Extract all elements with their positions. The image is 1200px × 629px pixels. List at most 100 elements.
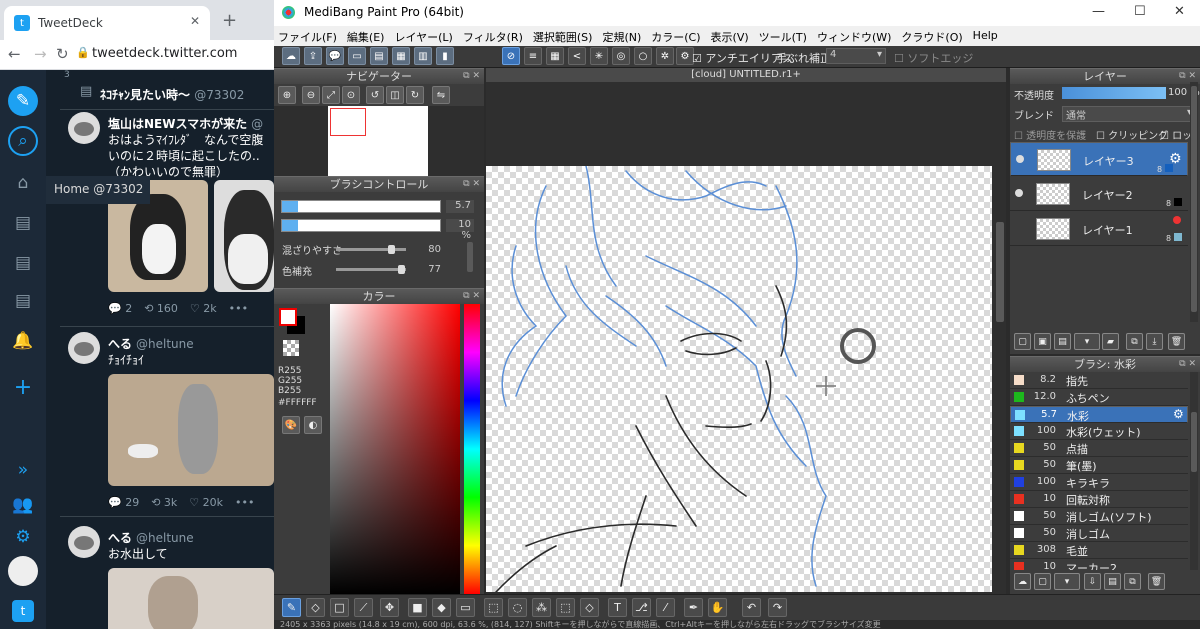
menu-tool[interactable]: ツール(T) [755, 26, 813, 46]
text-tool-icon[interactable]: T [608, 598, 627, 617]
reload-icon[interactable]: ↻ [56, 45, 69, 63]
brush-item[interactable]: 100 水彩(ウェット) [1010, 423, 1188, 440]
blend-slider[interactable] [336, 245, 406, 254]
menu-view[interactable]: 表示(V) [707, 26, 755, 46]
saturation-value-picker[interactable] [330, 304, 460, 594]
actual-size-icon[interactable]: ⊙ [342, 86, 360, 104]
flip-icon[interactable]: ⇋ [432, 86, 450, 104]
menu-cloud[interactable]: クラウド(O) [897, 26, 968, 46]
brush-scrollbar[interactable] [1190, 372, 1198, 570]
column-icon-1[interactable]: ▤ [8, 208, 38, 238]
browser-tab-tweetdeck[interactable]: t TweetDeck ✕ [4, 6, 210, 40]
minimize-button[interactable]: — [1092, 4, 1105, 19]
like-button[interactable]: ♡ 20k [189, 496, 223, 509]
new-halftone-layer-icon[interactable]: ▣ [1034, 333, 1051, 350]
layer-row-3[interactable]: レイヤー3 ⚙ 8 [1010, 142, 1188, 176]
column-icon-2[interactable]: ▤ [8, 248, 38, 278]
gradation-tool-icon[interactable]: ▭ [456, 598, 475, 617]
tweet-avatar[interactable] [68, 332, 100, 364]
brush-item[interactable]: 308 毛並 [1010, 542, 1188, 559]
menu-help[interactable]: Help [969, 26, 1004, 46]
brush-item[interactable]: 10 回転対称 [1010, 491, 1188, 508]
panel-close-icon[interactable]: ⧉ ✕ [1179, 357, 1196, 372]
divide-tool-icon[interactable]: ⎇ [632, 598, 651, 617]
circle-ruler-icon[interactable]: ○ [634, 47, 652, 65]
brush-opacity-slider[interactable] [281, 219, 441, 232]
close-window-button[interactable]: ✕ [1174, 4, 1185, 19]
soft-edge-checkbox[interactable]: ☐ ソフトエッジ [894, 50, 973, 66]
more-button[interactable]: ••• [229, 302, 248, 315]
fit-window-icon[interactable]: ⤢ [322, 86, 340, 104]
tweet-1[interactable]: 塩山はNEWスマホが来た @ おはようﾏｲﾌﾚﾀﾞ なんで空腹いのに２時頃に起こし… [60, 112, 274, 322]
redo-icon[interactable]: ↷ [768, 598, 787, 617]
compose-tweet-icon[interactable]: ✎ [8, 86, 38, 116]
brush-item[interactable]: 100 キラキラ [1010, 474, 1188, 491]
hue-slider[interactable] [464, 304, 480, 594]
copy-brush-icon[interactable]: ⧉ [1124, 573, 1141, 590]
add-layer-menu-icon[interactable]: ▾ [1074, 333, 1100, 350]
drawing-canvas[interactable] [486, 165, 992, 593]
page-icon[interactable]: ▤ [370, 47, 388, 65]
menu-window[interactable]: ウィンドウ(W) [813, 26, 897, 46]
ruler-off-icon[interactable]: ⊘ [502, 47, 520, 65]
tweet-author[interactable]: へる @heltune [108, 335, 194, 352]
new-1bit-layer-icon[interactable]: ▤ [1054, 333, 1071, 350]
cloud-save-icon[interactable]: ☁ [282, 47, 300, 65]
transparent-color-swatch[interactable] [283, 340, 299, 356]
panel-icon[interactable]: ▭ [348, 47, 366, 65]
brush-control-scrollbar[interactable] [467, 242, 473, 272]
forward-arrow-icon[interactable]: → [34, 45, 47, 63]
zoom-out-icon[interactable]: ⊖ [302, 86, 320, 104]
brush-export-icon[interactable]: ▤ [1104, 573, 1121, 590]
brush-settings-gear-icon[interactable]: ⚙ [1173, 407, 1184, 421]
select-rect-icon[interactable]: ⬚ [484, 598, 503, 617]
cloud-brush-icon[interactable]: ☁ [1014, 573, 1031, 590]
color-wheel-icon[interactable]: ◐ [304, 416, 322, 434]
tweet-author[interactable]: へる @heltune [108, 529, 194, 546]
menu-selection[interactable]: 選択範囲(S) [529, 26, 599, 46]
comment-icon[interactable]: 💬 [326, 47, 344, 65]
share-icon[interactable]: ⇪ [304, 47, 322, 65]
concentric-ruler-icon[interactable]: ◎ [612, 47, 630, 65]
protect-alpha-checkbox[interactable]: ☐ 透明度を保護 [1014, 127, 1086, 142]
select-eraser-icon[interactable]: ◇ [580, 598, 599, 617]
view-frame[interactable] [330, 108, 366, 136]
delete-layer-icon[interactable]: 🗑 [1168, 333, 1185, 350]
duplicate-layer-icon[interactable]: ⧉ [1126, 333, 1143, 350]
parallel-ruler-icon[interactable]: ≡ [524, 47, 542, 65]
new-layer-icon[interactable]: ▢ [1014, 333, 1031, 350]
stabilizer-select[interactable]: 4 ▾ [826, 48, 886, 64]
eraser-tool-icon[interactable]: ◇ [306, 598, 325, 617]
retweet-button[interactable]: ⟲ 160 [144, 302, 178, 315]
frame-icon[interactable]: ▥ [414, 47, 432, 65]
rotate-right-icon[interactable]: ↻ [406, 86, 424, 104]
tweet-photo-cat-2[interactable] [214, 180, 274, 292]
back-arrow-icon[interactable]: ← [8, 45, 21, 63]
like-button[interactable]: ♡ 2k [190, 302, 217, 315]
select-pen-tool-icon[interactable]: ⬚ [556, 598, 575, 617]
select-pen-icon[interactable]: ⟋ [354, 598, 373, 617]
visibility-eye-icon[interactable] [1015, 189, 1023, 197]
brush-item[interactable]: 50 点描 [1010, 440, 1188, 457]
lock-icon[interactable]: 🔒 [76, 46, 90, 59]
lasso-tool-icon[interactable]: ◌ [508, 598, 527, 617]
menu-edit[interactable]: 編集(E) [343, 26, 391, 46]
url-field[interactable]: tweetdeck.twitter.com [92, 46, 237, 61]
layer-scrollbar[interactable] [1190, 82, 1198, 322]
reset-view-icon[interactable]: ◫ [386, 86, 404, 104]
fill-slider[interactable] [336, 265, 406, 274]
menu-filter[interactable]: フィルタ(R) [459, 26, 529, 46]
layer-row-2[interactable]: レイヤー2 8 [1010, 177, 1188, 211]
foreground-color-swatch[interactable] [279, 308, 297, 326]
brush-opacity-value[interactable]: 10 % [446, 219, 474, 241]
layer-row-1[interactable]: レイヤー1 8 [1010, 212, 1188, 246]
column-header[interactable]: 3 ▤ ﾈｺﾁｬﾝ見たい時〜 @73302 [60, 70, 274, 110]
delete-brush-icon[interactable]: 🗑 [1148, 573, 1165, 590]
add-brush-menu-icon[interactable]: ▾ [1054, 573, 1080, 590]
eyedropper-icon[interactable]: ⁄ [656, 598, 675, 617]
perspective-ruler-icon[interactable]: < [568, 47, 586, 65]
pen-tool-icon[interactable]: ✒ [684, 598, 703, 617]
brush-item[interactable]: 50 消しゴム(ソフト) [1010, 508, 1188, 525]
brush-tool-icon[interactable]: ✎ [282, 598, 301, 617]
expand-icon[interactable]: » [8, 455, 38, 485]
